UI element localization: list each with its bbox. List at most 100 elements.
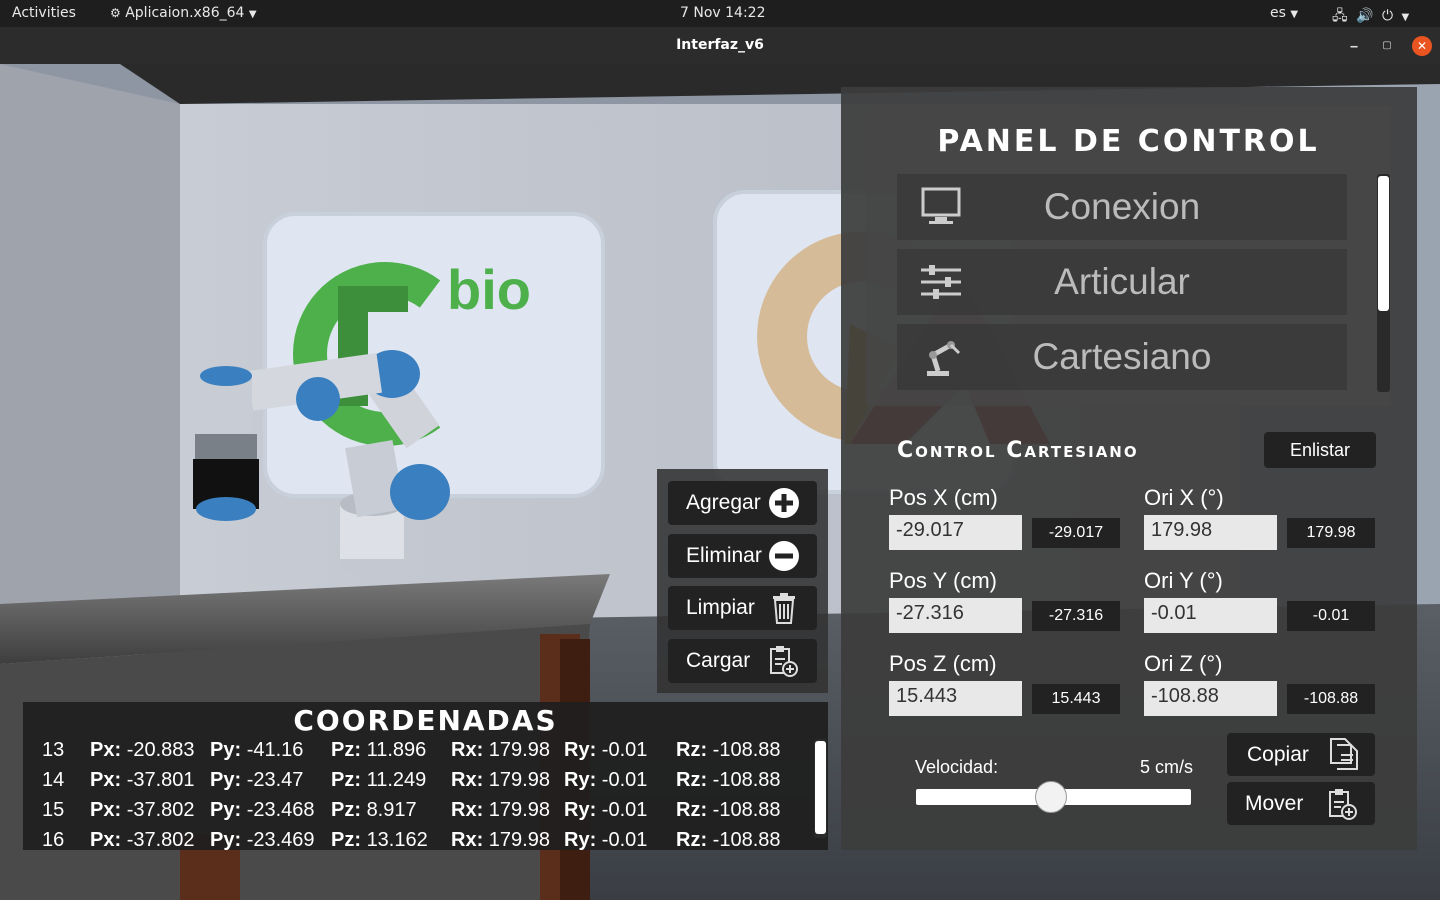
coord-key: Rz:: [676, 739, 708, 761]
agregar-button[interactable]: Agregar: [668, 481, 817, 525]
coord-key: Ry:: [564, 829, 597, 851]
row-index: 15: [42, 799, 65, 821]
coord-value: -0.01: [601, 739, 648, 761]
coord-pz: Pz: 13.162: [331, 829, 428, 852]
coord-key: Pz:: [331, 769, 361, 791]
menu-item-label: Conexion: [1043, 186, 1201, 227]
monitor-icon: [921, 187, 961, 224]
coord-py: Py: -23.468: [210, 799, 315, 822]
coord-ry: Ry: -0.01: [564, 829, 647, 852]
3d-viewport[interactable]: bio PANEL DE CONTROL Conexion Articular …: [0, 64, 1440, 900]
coord-rx: Rx: 179.98: [451, 829, 550, 852]
coord-py: Py: -23.469: [210, 829, 315, 852]
speed-value: 5 cm/s: [1140, 757, 1194, 777]
chevron-down-icon: ▼: [248, 9, 257, 20]
coord-pz: Pz: 8.917: [331, 799, 417, 822]
coordinates-scrollbar[interactable]: [814, 739, 827, 838]
coord-key: Ry:: [564, 799, 597, 821]
menu-item-conexion[interactable]: Conexion: [897, 174, 1347, 240]
ori-x-input[interactable]: 179.98: [1144, 515, 1277, 550]
limpiar-button[interactable]: Limpiar: [668, 586, 817, 630]
coord-value: 11.896: [366, 739, 427, 761]
menu-scrollbar-thumb[interactable]: [1378, 176, 1389, 311]
coord-rz: Rz: -108.88: [676, 739, 781, 762]
network-icon: 🖧: [1332, 8, 1348, 24]
power-icon: ⏻: [1381, 8, 1394, 24]
copy-document-icon: [1330, 738, 1358, 770]
cargar-label: Cargar: [686, 649, 751, 672]
coord-pz: Pz: 11.896: [331, 739, 426, 762]
logo-text: bio: [447, 258, 531, 321]
cargar-button[interactable]: Cargar: [668, 639, 817, 683]
coord-value: 179.98: [488, 829, 550, 851]
maximize-button[interactable]: ▢: [1377, 36, 1397, 56]
speed-slider[interactable]: [916, 781, 1191, 813]
system-status-menu[interactable]: 🖧 🔊 ⏻ ▼: [1332, 5, 1409, 29]
coord-py: Py: -23.47: [210, 769, 303, 792]
eliminar-label: Eliminar: [686, 544, 762, 567]
coord-key: Px:: [90, 769, 122, 791]
activities-button[interactable]: Activities: [12, 5, 76, 21]
chevron-down-icon: ▼: [1401, 12, 1410, 23]
minimize-button[interactable]: ‒: [1344, 36, 1364, 56]
table-row[interactable]: 14 Px: -37.801 Py: -23.47 Pz: 11.249 Rx: 179…: [42, 769, 822, 799]
pos-y-input[interactable]: -27.316: [889, 598, 1022, 633]
mover-label: Mover: [1245, 792, 1304, 815]
coord-value: 8.917: [366, 799, 417, 821]
coord-key: Rx:: [451, 769, 484, 791]
coord-key: Py:: [210, 799, 242, 821]
coord-value: -37.802: [126, 829, 195, 851]
eliminar-button[interactable]: Eliminar: [668, 534, 817, 578]
speed-slider-thumb[interactable]: [1034, 781, 1067, 813]
coord-value: -0.01: [601, 769, 648, 791]
language-label: es: [1270, 5, 1286, 21]
menu-item-articular[interactable]: Articular: [897, 249, 1347, 315]
app-menu[interactable]: ⚙ Aplicaion.x86_64 ▼: [110, 5, 257, 21]
menu-item-label: Articular: [1054, 261, 1190, 302]
coord-key: Rz:: [676, 769, 708, 791]
pos-x-readout: -29.017: [1032, 518, 1120, 548]
coord-px: Px: -37.802: [90, 799, 195, 822]
plus-circle-icon: [769, 488, 799, 518]
coord-value: -23.469: [246, 829, 315, 851]
close-button[interactable]: ✕: [1412, 36, 1432, 56]
coord-value: -37.801: [126, 769, 195, 791]
coord-value: -108.88: [712, 739, 781, 761]
coord-rz: Rz: -108.88: [676, 829, 781, 852]
enlistar-button[interactable]: Enlistar: [1264, 432, 1376, 468]
ori-y-label: Ori Y (°): [1144, 568, 1223, 593]
table-row[interactable]: 15 Px: -37.802 Py: -23.468 Pz: 8.917 Rx: 179…: [42, 799, 822, 829]
language-selector[interactable]: es ▼: [1270, 5, 1298, 21]
coord-ry: Ry: -0.01: [564, 739, 647, 762]
copiar-button[interactable]: Copiar: [1227, 733, 1375, 776]
window-title-bar[interactable]: Interfaz_v6 ‒ ▢ ✕: [0, 27, 1440, 64]
trash-icon: [773, 593, 795, 624]
table-row[interactable]: 13 Px: -20.883 Py: -41.16 Pz: 11.896 Rx: 179…: [42, 739, 822, 769]
mover-button[interactable]: Mover: [1227, 782, 1375, 825]
coord-key: Rx:: [451, 799, 484, 821]
menu-item-cartesiano[interactable]: Cartesiano: [897, 324, 1347, 390]
menu-scrollbar[interactable]: [1377, 174, 1390, 392]
pos-x-input[interactable]: -29.017: [889, 515, 1022, 550]
coord-value: -37.802: [126, 799, 195, 821]
system-top-bar: Activities ⚙ Aplicaion.x86_64 ▼ 7 Nov 14…: [0, 0, 1440, 27]
coord-key: Pz:: [331, 829, 361, 851]
ori-x-label: Ori X (°): [1144, 485, 1224, 510]
coord-rz: Rz: -108.88: [676, 769, 781, 792]
coord-key: Rx:: [451, 739, 484, 761]
table-row[interactable]: 16 Px: -37.802 Py: -23.469 Pz: 13.162 Rx: 17…: [42, 829, 822, 859]
coordinates-scrollbar-thumb[interactable]: [815, 741, 826, 834]
ori-y-input[interactable]: -0.01: [1144, 598, 1277, 633]
app-gear-icon: ⚙: [110, 6, 121, 20]
ori-z-input[interactable]: -108.88: [1144, 681, 1277, 716]
pos-z-input[interactable]: 15.443: [889, 681, 1022, 716]
limpiar-label: Limpiar: [686, 596, 755, 619]
coord-key: Rz:: [676, 829, 708, 851]
coord-value: 179.98: [488, 739, 550, 761]
pos-z-label: Pos Z (cm): [889, 651, 997, 676]
coord-key: Py:: [210, 769, 242, 791]
coord-key: Rz:: [676, 799, 708, 821]
coord-value: -0.01: [601, 829, 648, 851]
clock[interactable]: 7 Nov 14:22: [680, 5, 765, 21]
ori-x-readout: 179.98: [1287, 518, 1375, 548]
